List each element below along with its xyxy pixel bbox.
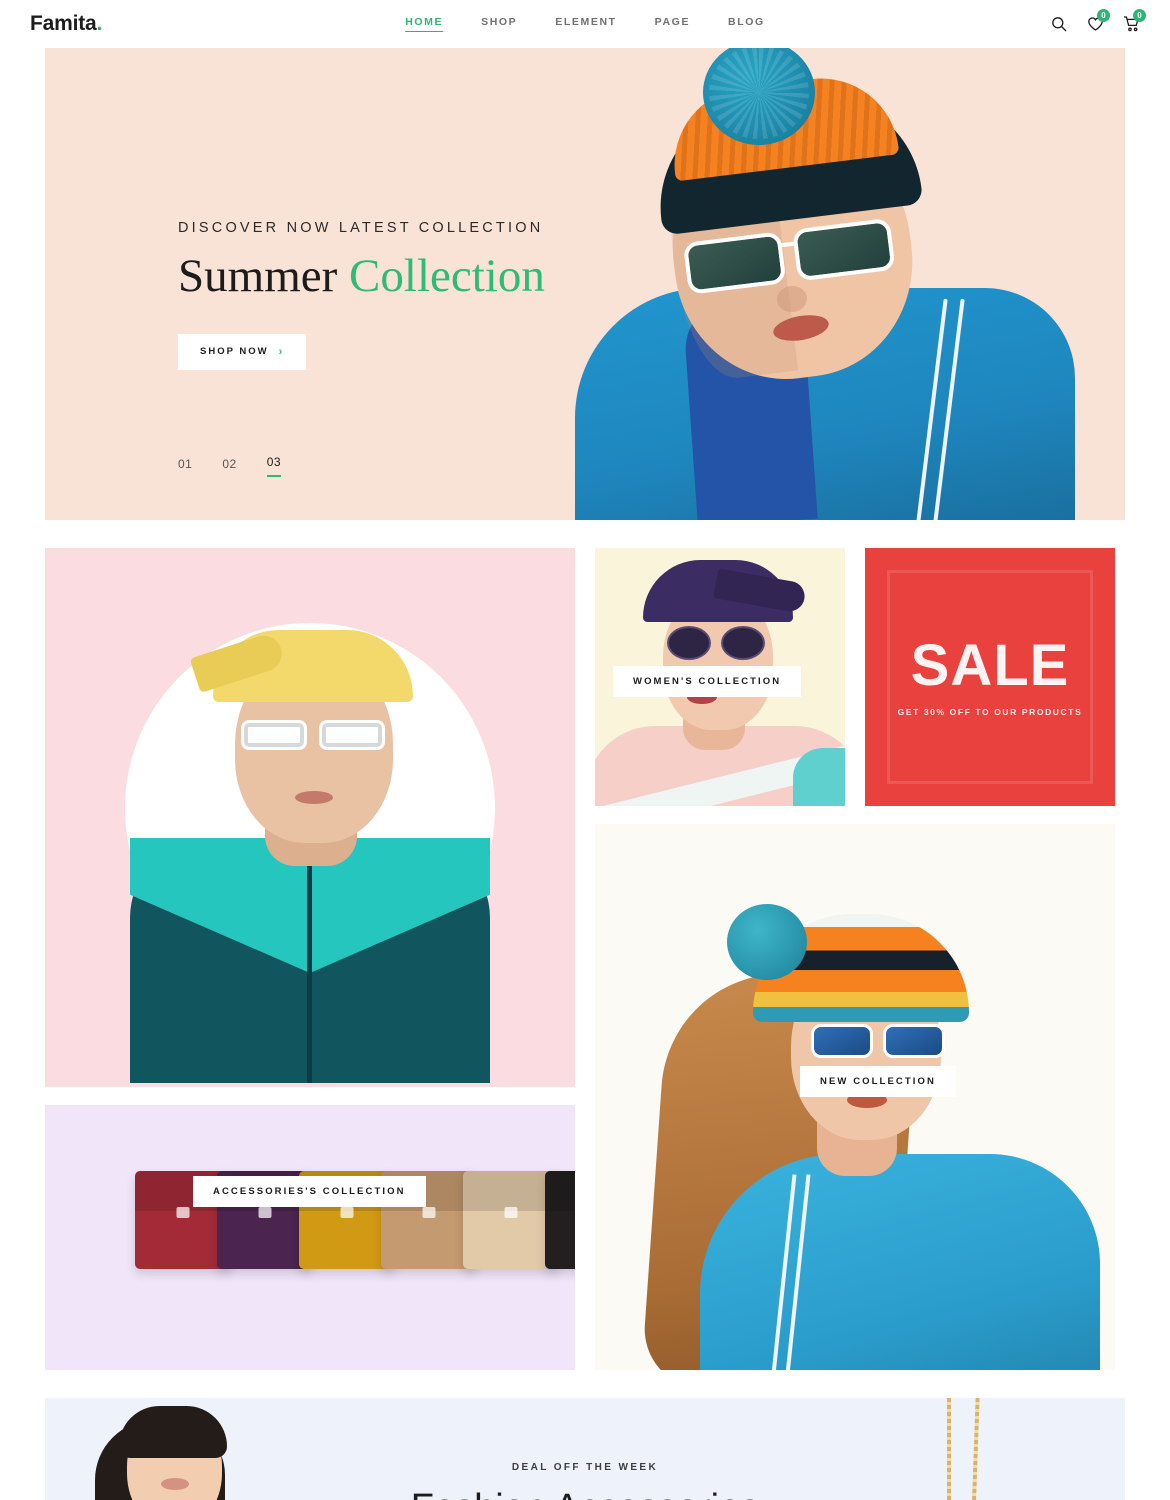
deal-title: Fashion Accessories bbox=[45, 1487, 1125, 1500]
category-label-accessories[interactable]: ACCESSORIES'S COLLECTION bbox=[193, 1176, 426, 1207]
category-card-new[interactable]: NEW COLLECTION bbox=[595, 824, 1115, 1370]
heart-icon[interactable]: 0 bbox=[1086, 9, 1110, 33]
nav-item-shop[interactable]: SHOP bbox=[481, 16, 517, 32]
category-grid: MEN'S COLLECTION WOMEN'S COLLECTION SALE… bbox=[45, 548, 1125, 1370]
sale-subtitle: GET 30% OFF TO OUR PRODUCTS bbox=[897, 707, 1083, 717]
cart-icon[interactable]: 0 bbox=[1122, 9, 1146, 33]
brand-dot: . bbox=[96, 12, 103, 35]
header-icon-group: 0 0 bbox=[1050, 9, 1146, 33]
hero-slider: DISCOVER NOW LATEST COLLECTION Summer Co… bbox=[45, 48, 1125, 520]
category-label-new[interactable]: NEW COLLECTION bbox=[800, 1066, 956, 1097]
hero-title-accent: Collection bbox=[349, 250, 545, 302]
sale-title: SALE bbox=[910, 633, 1070, 698]
category-label-women[interactable]: WOMEN'S COLLECTION bbox=[613, 666, 802, 697]
deal-eyebrow: DEAL OFF THE WEEK bbox=[511, 1462, 659, 1473]
slide-indicator-01[interactable]: 01 bbox=[178, 457, 192, 477]
brand-logo[interactable]: Famita. bbox=[30, 12, 102, 36]
hero-title-first: Summer bbox=[178, 250, 350, 302]
hero-subtitle: DISCOVER NOW LATEST COLLECTION bbox=[178, 220, 544, 236]
category-card-women[interactable]: WOMEN'S COLLECTION bbox=[595, 548, 845, 806]
nav-item-element[interactable]: ELEMENT bbox=[555, 16, 616, 32]
deal-of-the-week-section: DEAL OFF THE WEEK Fashion Accessories bbox=[45, 1398, 1125, 1500]
hero-title: Summer Collection bbox=[178, 250, 545, 303]
hero-model-image bbox=[515, 48, 1125, 520]
main-navigation: HOME SHOP ELEMENT PAGE BLOG bbox=[405, 16, 765, 32]
sale-banner[interactable]: SALE GET 30% OFF TO OUR PRODUCTS bbox=[865, 548, 1115, 806]
category-card-accessories[interactable]: ACCESSORIES'S COLLECTION bbox=[45, 1105, 575, 1370]
slide-indicator-03[interactable]: 03 bbox=[266, 455, 282, 477]
nav-item-page[interactable]: PAGE bbox=[655, 16, 690, 32]
site-header: Famita. HOME SHOP ELEMENT PAGE BLOG 0 0 bbox=[0, 0, 1170, 48]
category-card-men[interactable]: MEN'S COLLECTION bbox=[45, 548, 575, 1087]
hero-slider-pagination: 01 02 03 bbox=[178, 455, 282, 477]
chevron-right-icon: › bbox=[278, 345, 285, 358]
wishlist-count-badge: 0 bbox=[1097, 9, 1110, 22]
brand-name: Famita bbox=[30, 12, 97, 35]
deal-copy: DEAL OFF THE WEEK Fashion Accessories bbox=[45, 1462, 1125, 1500]
cart-count-badge: 0 bbox=[1133, 9, 1146, 22]
slide-indicator-02[interactable]: 02 bbox=[222, 457, 236, 477]
search-icon[interactable] bbox=[1050, 15, 1068, 33]
shop-now-button[interactable]: SHOP NOW › bbox=[178, 333, 307, 370]
hero-copy: DISCOVER NOW LATEST COLLECTION Summer Co… bbox=[178, 220, 545, 370]
nav-item-blog[interactable]: BLOG bbox=[728, 16, 765, 32]
nav-item-home[interactable]: HOME bbox=[405, 16, 444, 32]
shop-now-label: SHOP NOW bbox=[200, 346, 269, 358]
